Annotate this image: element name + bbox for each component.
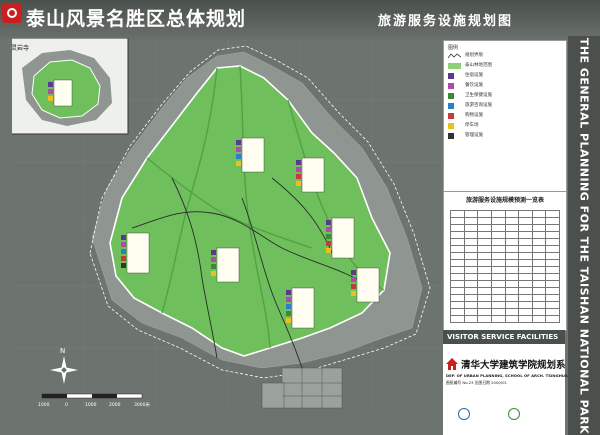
legend-label: 购物设施: [465, 113, 483, 118]
taishan-seal-icon: [2, 3, 22, 23]
table-row: [450, 266, 560, 274]
header-bar: 泰山风景名胜区总体规划 旅游服务设施规划图: [0, 0, 600, 40]
dining-icon: [448, 83, 454, 89]
table-row: [450, 280, 560, 288]
table-row: [450, 315, 560, 323]
facility-panel: [286, 287, 315, 329]
table-row: [450, 224, 560, 232]
health-icon: [448, 93, 454, 99]
legend-item: 停车场: [448, 123, 564, 129]
scale-tick: 1000: [38, 402, 50, 408]
table-title: 旅游服务设施规模预测一览表: [465, 197, 544, 204]
table-row: [450, 252, 560, 260]
table-row: [450, 217, 560, 225]
scale-bar: [41, 393, 143, 399]
legend-label: 卫生保健设施: [465, 93, 492, 98]
legend-item: 购物设施: [448, 113, 564, 119]
table-row: [450, 210, 560, 218]
legend-item: 管理设施: [448, 133, 564, 139]
info-icon: [448, 103, 454, 109]
legend-item: 餐饮设施: [448, 83, 564, 89]
table-row: [450, 231, 560, 239]
side-title: THE GENERAL PLANNING FOR THE TAISHAN NAT…: [577, 37, 591, 435]
legend-heading: 图例: [448, 45, 459, 51]
legend-label: 餐饮设施: [465, 83, 483, 88]
institution-name-en: DEP. OF URBAN PLANNING, SCHOOL OF ARCH. …: [446, 373, 581, 378]
inset-label: 灵岩寺: [12, 44, 29, 52]
section-label: VISITOR SERVICE FACILITIES: [443, 330, 565, 344]
scale-tick: 3000米: [134, 401, 150, 408]
table-row: [450, 287, 560, 295]
legend-item: 泰山林地范围: [448, 63, 564, 69]
institution-block: 清华大学建筑学院规划系 DEP. OF URBAN PLANNING, SCHO…: [443, 344, 581, 435]
legend-label: 规划界限: [465, 53, 483, 58]
north-arrow-icon: [50, 356, 78, 384]
inset-map: [12, 38, 129, 135]
facility-panel: [121, 232, 150, 274]
table-row: [450, 273, 560, 281]
plan-subtitle: 旅游服务设施规划图: [378, 14, 514, 29]
parking-icon: [448, 123, 454, 129]
taian-city-area: [261, 367, 343, 409]
legend-panel: 图例 规划界限 泰山林地范围 住宿设施 餐饮设施 卫生保健设施 旅游咨询设施 购…: [443, 40, 567, 192]
legend-label: 停车场: [465, 123, 479, 128]
legend-item: 旅游咨询设施: [448, 103, 564, 109]
scale-tick: 2000: [109, 402, 121, 408]
scale-tick: 1000: [85, 402, 97, 408]
plan-title: 泰山风景名胜区总体规划: [26, 8, 247, 30]
facility-table: [450, 210, 560, 323]
management-icon: [448, 133, 454, 139]
table-row: [450, 308, 560, 316]
table-row: [450, 294, 560, 302]
shopping-icon: [448, 113, 454, 119]
scale-tick: 0: [65, 402, 68, 408]
legend-label: 管理设施: [465, 133, 483, 138]
legend-item: 住宿设施: [448, 73, 564, 79]
legend-item: 规划界限: [448, 53, 564, 59]
legend-label: 旅游咨询设施: [465, 103, 492, 108]
boundary-line-icon: [448, 53, 461, 59]
legend-item: 卫生保健设施: [448, 93, 564, 99]
legend-label: 泰山林地范围: [465, 63, 492, 68]
house-logo-icon: [446, 358, 458, 370]
facility-table-panel: 旅游服务设施规模预测一览表: [443, 191, 567, 331]
drawing-meta: 图纸编号 No.23 出图日期 2000/01: [446, 380, 507, 385]
table-row: [450, 301, 560, 309]
forest-area-icon: [448, 63, 461, 69]
legend-label: 住宿设施: [465, 73, 483, 78]
facility-panel: [326, 217, 355, 259]
table-row: [450, 245, 560, 253]
partner-logos: [446, 402, 562, 430]
planning-map: 灵岩寺 N 1000 0 1000 2000 3000米: [12, 38, 442, 410]
lodging-icon: [448, 73, 454, 79]
institution-name: 清华大学建筑学院规划系: [461, 360, 566, 371]
table-row: [450, 238, 560, 246]
table-row: [450, 259, 560, 267]
north-label: N: [60, 347, 65, 355]
side-title-bar: THE GENERAL PLANNING FOR THE TAISHAN NAT…: [568, 36, 600, 435]
